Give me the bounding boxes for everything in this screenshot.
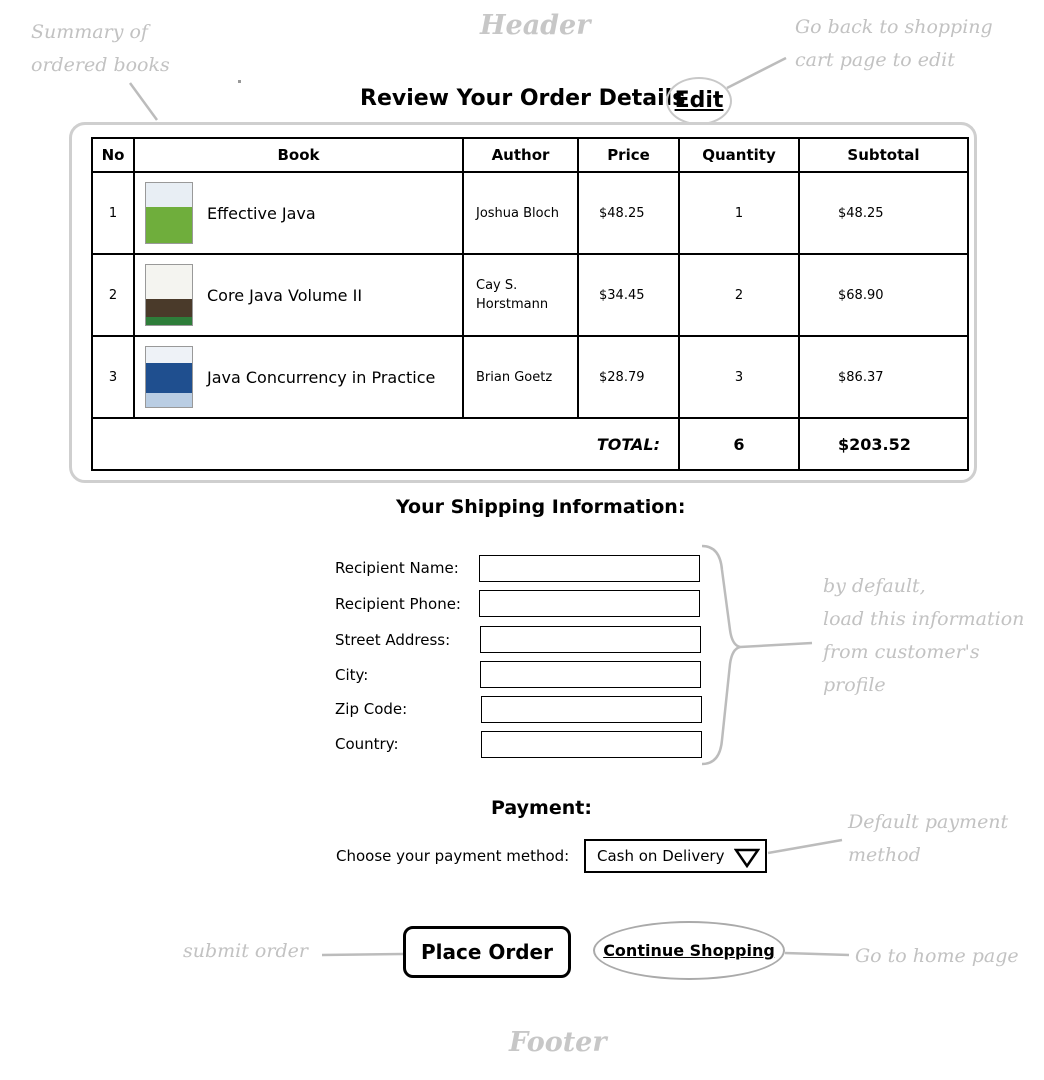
book-subtotal: $68.90: [798, 253, 969, 337]
dropdown-arrow-icon: [734, 848, 760, 868]
book-quantity: 1: [678, 171, 800, 255]
column-header-price: Price: [577, 137, 680, 173]
zip-code-label: Zip Code:: [335, 700, 408, 718]
book-cover-image: [145, 182, 193, 244]
order-title: Review Your Order Details: [360, 86, 686, 111]
payment-method-label: Choose your payment method:: [336, 847, 570, 865]
row-number: 3: [91, 335, 135, 419]
book-subtotal: $86.37: [798, 335, 969, 419]
book-title: Core Java Volume II: [207, 285, 363, 305]
book-title: Effective Java: [207, 203, 316, 223]
submit-annotation: submit order: [183, 940, 308, 962]
place-order-button[interactable]: Place Order: [403, 926, 571, 978]
country-field[interactable]: [481, 731, 702, 758]
table-header-row: No Book Author Price Quantity Subtotal: [91, 137, 969, 173]
table-row: 3 Java Concurrency in Practice Brian Goe…: [91, 335, 969, 419]
column-header-subtotal: Subtotal: [798, 137, 969, 173]
book-title: Java Concurrency in Practice: [207, 367, 436, 387]
book-price: $28.79: [577, 335, 680, 419]
zip-code-field[interactable]: [481, 696, 702, 723]
shipping-brace: [701, 544, 741, 766]
order-table: No Book Author Price Quantity Subtotal 1…: [91, 137, 969, 471]
book-quantity: 2: [678, 253, 800, 337]
total-label: TOTAL:: [91, 417, 680, 471]
street-address-field[interactable]: [480, 626, 701, 653]
header-placeholder: Header: [480, 10, 591, 41]
book-cell: Java Concurrency in Practice: [133, 335, 464, 419]
edit-annotation: Go back to shopping cart page to edit: [795, 16, 993, 71]
summary-connector: [128, 82, 159, 121]
column-header-no: No: [91, 137, 135, 173]
book-cover-image: [145, 264, 193, 326]
payment-annotation: Default payment method: [848, 811, 1009, 866]
recipient-name-label: Recipient Name:: [335, 559, 459, 577]
payment-method-select[interactable]: Cash on Delivery: [584, 839, 767, 873]
book-cell: Effective Java: [133, 171, 464, 255]
street-address-label: Street Address:: [335, 631, 451, 649]
book-author: Brian Goetz: [462, 335, 579, 419]
stray-dot: [238, 80, 241, 83]
book-author: Cay S. Horstmann: [462, 253, 579, 337]
total-row: TOTAL: 6 $203.52: [91, 417, 969, 471]
home-annotation: Go to home page: [855, 945, 1019, 967]
footer-placeholder: Footer: [509, 1027, 607, 1058]
payment-connector: [767, 838, 843, 855]
column-header-quantity: Quantity: [678, 137, 800, 173]
country-label: Country:: [335, 735, 399, 753]
book-price: $34.45: [577, 253, 680, 337]
summary-annotation: Summary of ordered books: [31, 21, 170, 76]
recipient-name-field[interactable]: [479, 555, 700, 582]
book-author: Joshua Bloch: [462, 171, 579, 255]
table-row: 2 Core Java Volume II Cay S. Horstmann $…: [91, 253, 969, 337]
book-price: $48.25: [577, 171, 680, 255]
total-amount: $203.52: [798, 417, 969, 471]
book-cover-image: [145, 346, 193, 408]
profile-connector: [739, 641, 813, 649]
edit-connector: [726, 56, 787, 90]
home-connector: [784, 951, 850, 957]
payment-title: Payment:: [491, 797, 592, 819]
payment-method-value: Cash on Delivery: [597, 847, 725, 865]
book-subtotal: $48.25: [798, 171, 969, 255]
column-header-author: Author: [462, 137, 579, 173]
book-quantity: 3: [678, 335, 800, 419]
city-field[interactable]: [480, 661, 701, 688]
recipient-phone-label: Recipient Phone:: [335, 595, 461, 613]
row-number: 2: [91, 253, 135, 337]
recipient-phone-field[interactable]: [479, 590, 700, 617]
edit-link[interactable]: Edit: [666, 77, 732, 125]
shipping-title: Your Shipping Information:: [396, 496, 686, 518]
city-label: City:: [335, 666, 369, 684]
submit-connector: [321, 952, 404, 957]
continue-shopping-link[interactable]: Continue Shopping: [593, 921, 785, 980]
table-row: 1 Effective Java Joshua Bloch $48.25 1 $…: [91, 171, 969, 255]
total-quantity: 6: [678, 417, 800, 471]
profile-annotation: by default, load this information from c…: [823, 575, 1025, 696]
row-number: 1: [91, 171, 135, 255]
book-cell: Core Java Volume II: [133, 253, 464, 337]
column-header-book: Book: [133, 137, 464, 173]
